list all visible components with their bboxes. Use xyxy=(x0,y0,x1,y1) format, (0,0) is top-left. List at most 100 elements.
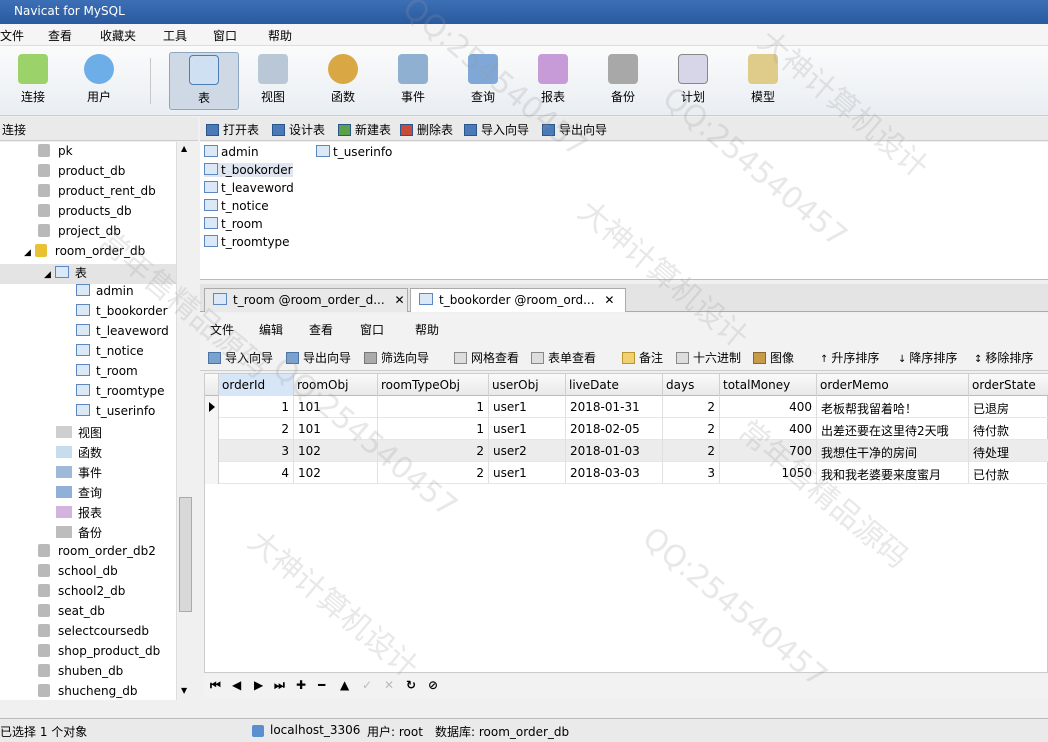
previous-record-icon[interactable]: ◀ xyxy=(232,678,241,692)
cell-orderstate[interactable]: 已退房 xyxy=(969,396,1048,418)
menu-favorites[interactable]: 收藏夹 xyxy=(100,27,136,44)
editor-menu-edit[interactable]: 编辑 xyxy=(259,321,283,338)
filter-wizard-button[interactable]: 筛选向导 xyxy=(364,349,429,366)
cell-livedate[interactable]: 2018-01-03 xyxy=(566,440,663,462)
menu-file[interactable]: 文件 xyxy=(0,27,24,44)
cell-days[interactable]: 2 xyxy=(663,440,720,462)
cell-days[interactable]: 2 xyxy=(663,396,720,418)
object-item-t-leaveword[interactable]: t_leaveword xyxy=(204,181,294,195)
scrollbar-thumb[interactable] xyxy=(179,497,192,612)
editor-menu-window[interactable]: 窗口 xyxy=(360,321,384,338)
table-button[interactable]: 表 xyxy=(169,52,239,110)
table-row[interactable]: 2 101 1 user1 2018-02-05 2 400 出差还要在这里待2… xyxy=(205,418,1048,440)
model-button[interactable]: 模型 xyxy=(730,52,796,110)
cell-totalmoney[interactable]: 400 xyxy=(720,418,817,440)
tree-table-t-userinfo[interactable]: t_userinfo xyxy=(76,404,155,424)
design-table-button[interactable]: 设计表 xyxy=(272,121,325,138)
cell-roomtypeobj[interactable]: 2 xyxy=(378,462,489,484)
cell-totalmoney[interactable]: 700 xyxy=(720,440,817,462)
scroll-up-arrow-icon[interactable]: ▲ xyxy=(181,144,187,153)
import-wizard-button[interactable]: 导入向导 xyxy=(464,121,529,138)
tree-db-selectcoursedb[interactable]: selectcoursedb xyxy=(38,624,149,644)
menu-tools[interactable]: 工具 xyxy=(163,27,187,44)
function-button[interactable]: 函数 xyxy=(310,52,376,110)
row-selector[interactable] xyxy=(205,440,219,462)
tree-functions-node[interactable]: 函数 xyxy=(56,444,102,464)
cell-ordermemo[interactable]: 老板帮我留着哈！ xyxy=(817,396,969,418)
tree-queries-node[interactable]: 查询 xyxy=(56,484,102,504)
tree-views-node[interactable]: 视图 xyxy=(56,424,102,444)
first-record-icon[interactable]: ⏮ xyxy=(210,678,221,693)
object-item-t-roomtype[interactable]: t_roomtype xyxy=(204,235,290,249)
tree-table-t-leaveword[interactable]: t_leaveword xyxy=(76,324,169,344)
report-button[interactable]: 报表 xyxy=(520,52,586,110)
object-item-t-notice[interactable]: t_notice xyxy=(204,199,269,213)
cell-orderid[interactable]: 3 xyxy=(219,440,294,462)
cell-userobj[interactable]: user1 xyxy=(489,396,566,418)
tree-db-school-db[interactable]: school_db xyxy=(38,564,118,584)
table-row[interactable]: 4 102 2 user1 2018-03-03 3 1050 我和我老婆要来度… xyxy=(205,462,1048,484)
cell-livedate[interactable]: 2018-03-03 xyxy=(566,462,663,484)
schedule-button[interactable]: 计划 xyxy=(660,52,726,110)
menu-window[interactable]: 窗口 xyxy=(213,27,237,44)
tree-scrollbar[interactable]: ▲ ▼ xyxy=(176,142,194,700)
cell-livedate[interactable]: 2018-02-05 xyxy=(566,418,663,440)
object-item-t-userinfo[interactable]: t_userinfo xyxy=(316,145,392,159)
cell-orderid[interactable]: 2 xyxy=(219,418,294,440)
expand-arrow-icon[interactable]: ◢ xyxy=(24,248,31,258)
column-header-roomtypeobj[interactable]: roomTypeObj xyxy=(378,374,489,396)
column-header-days[interactable]: days xyxy=(663,374,720,396)
row-selector[interactable] xyxy=(205,418,219,440)
tree-db-products-db[interactable]: products_db xyxy=(38,204,132,224)
editor-menu-help[interactable]: 帮助 xyxy=(415,321,439,338)
column-header-roomobj[interactable]: roomObj xyxy=(294,374,378,396)
open-table-button[interactable]: 打开表 xyxy=(206,121,259,138)
column-header-livedate[interactable]: liveDate xyxy=(566,374,663,396)
editor-menu-file[interactable]: 文件 xyxy=(210,321,234,338)
menu-view[interactable]: 查看 xyxy=(48,27,72,44)
cell-days[interactable]: 3 xyxy=(663,462,720,484)
tree-db-shuben-db[interactable]: shuben_db xyxy=(38,664,123,684)
last-record-icon[interactable]: ⏭ xyxy=(274,678,285,693)
row-selector[interactable] xyxy=(205,396,219,418)
tree-table-t-bookorder[interactable]: t_bookorder xyxy=(76,304,168,324)
apply-changes-icon[interactable]: ✓ xyxy=(362,678,372,692)
cell-userobj[interactable]: user1 xyxy=(489,462,566,484)
editor-menu-view[interactable]: 查看 xyxy=(309,321,333,338)
hex-button[interactable]: 十六进制 xyxy=(676,349,741,366)
query-button[interactable]: 查询 xyxy=(450,52,516,110)
cell-orderstate[interactable]: 待处理 xyxy=(969,440,1048,462)
cell-totalmoney[interactable]: 1050 xyxy=(720,462,817,484)
tree-db-product-db[interactable]: product_db xyxy=(38,164,125,184)
cell-roomtypeobj[interactable]: 1 xyxy=(378,418,489,440)
connection-button[interactable]: 连接 xyxy=(0,52,66,110)
tab-t-bookorder[interactable]: t_bookorder @room_ord... ✕ xyxy=(410,288,626,312)
edit-record-icon[interactable]: ▲ xyxy=(340,678,349,692)
tree-db-room-order-db2[interactable]: room_order_db2 xyxy=(38,544,156,564)
row-selector[interactable] xyxy=(205,462,219,484)
cell-roomobj[interactable]: 101 xyxy=(294,396,378,418)
import-wizard-button[interactable]: 导入向导 xyxy=(208,349,273,366)
next-record-icon[interactable]: ▶ xyxy=(254,678,263,692)
memo-button[interactable]: 备注 xyxy=(622,349,663,366)
export-wizard-button[interactable]: 导出向导 xyxy=(286,349,351,366)
menu-help[interactable]: 帮助 xyxy=(268,27,292,44)
tree-db-pk[interactable]: pk xyxy=(38,144,73,164)
expand-arrow-icon[interactable]: ◢ xyxy=(44,270,51,280)
cell-orderstate[interactable]: 待付款 xyxy=(969,418,1048,440)
tree-reports-node[interactable]: 报表 xyxy=(56,504,102,524)
cell-roomobj[interactable]: 101 xyxy=(294,418,378,440)
object-item-t-bookorder[interactable]: t_bookorder xyxy=(204,163,293,177)
cell-ordermemo[interactable]: 我想住干净的房间 xyxy=(817,440,969,462)
tree-table-admin[interactable]: admin xyxy=(76,284,134,304)
backup-button[interactable]: 备份 xyxy=(590,52,656,110)
cell-orderid[interactable]: 1 xyxy=(219,396,294,418)
cell-orderid[interactable]: 4 xyxy=(219,462,294,484)
tree-tables-node[interactable]: ◢ 表 xyxy=(0,264,176,284)
cell-roomtypeobj[interactable]: 1 xyxy=(378,396,489,418)
table-row[interactable]: 1 101 1 user1 2018-01-31 2 400 老板帮我留着哈！ … xyxy=(205,396,1048,418)
tree-table-t-roomtype[interactable]: t_roomtype xyxy=(76,384,165,404)
sort-ascending-button[interactable]: ↑ 升序排序 xyxy=(820,349,879,366)
refresh-icon[interactable]: ↻ xyxy=(406,678,416,692)
add-record-icon[interactable]: ✚ xyxy=(296,678,306,692)
